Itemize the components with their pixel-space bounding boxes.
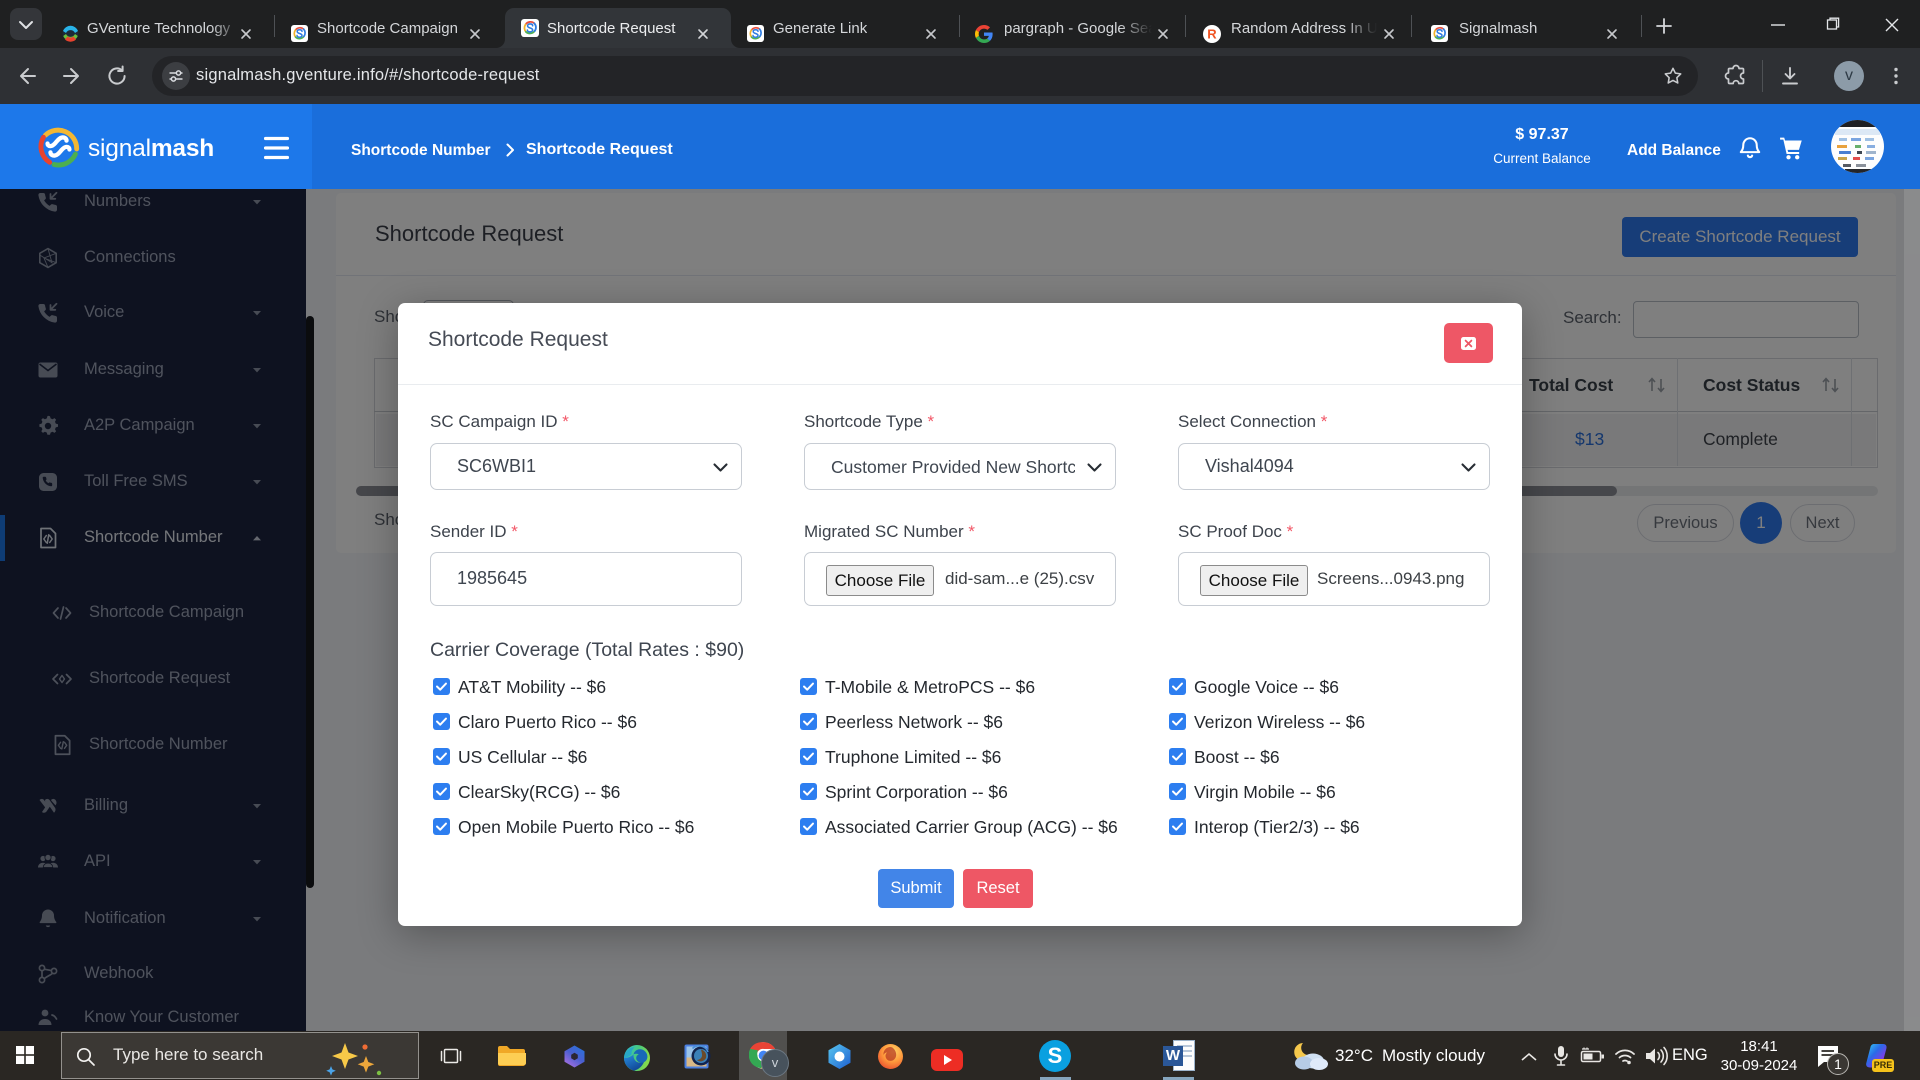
svg-text:R: R xyxy=(1207,27,1217,42)
